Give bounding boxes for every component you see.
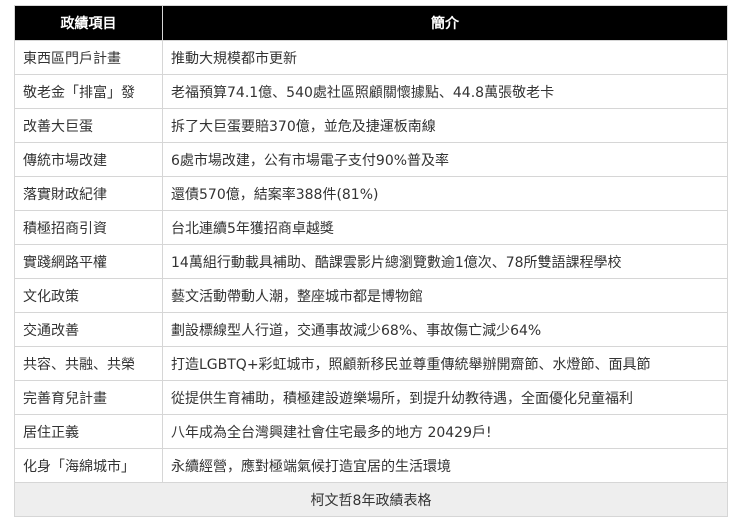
table-caption: 柯文哲8年政績表格 (14, 482, 728, 517)
description-cell: 推動大規模都市更新 (162, 40, 728, 75)
policy-item-cell: 化身「海綿城市」 (14, 448, 163, 483)
header-policy-item: 政績項目 (14, 5, 163, 41)
table-row: 交通改善 劃設標線型人行道，交通事故減少68%、事故傷亡減少64% (14, 312, 728, 347)
table-row: 化身「海綿城市」 永續經營，應對極端氣候打造宜居的生活環境 (14, 448, 728, 483)
table-row: 實踐網路平權 14萬組行動載具補助、酷課雲影片總瀏覽數逾1億次、78所雙語課程學校 (14, 244, 728, 279)
table-row: 敬老金「排富」發 老福預算74.1億、540處社區照顧關懷據點、44.8萬張敬老卡 (14, 74, 728, 109)
description-cell: 14萬組行動載具補助、酷課雲影片總瀏覽數逾1億次、78所雙語課程學校 (162, 244, 728, 279)
description-cell: 拆了大巨蛋要賠370億，並危及捷運板南線 (162, 108, 728, 143)
policy-item-cell: 積極招商引資 (14, 210, 163, 245)
policy-table: 政績項目 簡介 東西區門戶計畫 推動大規模都市更新 敬老金「排富」發 老福預算74.1… (14, 5, 728, 517)
table-row: 共容、共融、共榮 打造LGBTQ+彩虹城市，照顧新移民並尊重傳統舉辦開齋節、水燈節… (14, 346, 728, 381)
header-description: 簡介 (162, 5, 728, 41)
description-cell: 老福預算74.1億、540處社區照顧關懷據點、44.8萬張敬老卡 (162, 74, 728, 109)
policy-item-cell: 居住正義 (14, 414, 163, 449)
description-cell: 藝文活動帶動人潮，整座城市都是博物館 (162, 278, 728, 313)
table-row: 東西區門戶計畫 推動大規模都市更新 (14, 40, 728, 75)
table-header-row: 政績項目 簡介 (14, 5, 728, 41)
table-row: 完善育兒計畫 從提供生育補助，積極建設遊樂場所，到提升幼教待遇，全面優化兒童福利 (14, 380, 728, 415)
description-cell: 還債570億，結案率388件(81%) (162, 176, 728, 211)
policy-item-cell: 實踐網路平權 (14, 244, 163, 279)
description-cell: 八年成為全台灣興建社會住宅最多的地方 20429戶! (162, 414, 728, 449)
table-row: 落實財政紀律 還債570億，結案率388件(81%) (14, 176, 728, 211)
table-row: 積極招商引資 台北連續5年獲招商卓越獎 (14, 210, 728, 245)
description-cell: 劃設標線型人行道，交通事故減少68%、事故傷亡減少64% (162, 312, 728, 347)
caption-row: 柯文哲8年政績表格 (14, 482, 728, 517)
policy-item-cell: 改善大巨蛋 (14, 108, 163, 143)
description-cell: 6處市場改建，公有市場電子支付90%普及率 (162, 142, 728, 177)
description-cell: 從提供生育補助，積極建設遊樂場所，到提升幼教待遇，全面優化兒童福利 (162, 380, 728, 415)
table-row: 居住正義 八年成為全台灣興建社會住宅最多的地方 20429戶! (14, 414, 728, 449)
table-row: 文化政策 藝文活動帶動人潮，整座城市都是博物館 (14, 278, 728, 313)
policy-item-cell: 傳統市場改建 (14, 142, 163, 177)
policy-item-cell: 交通改善 (14, 312, 163, 347)
description-cell: 永續經營，應對極端氣候打造宜居的生活環境 (162, 448, 728, 483)
policy-item-cell: 東西區門戶計畫 (14, 40, 163, 75)
policy-item-cell: 完善育兒計畫 (14, 380, 163, 415)
policy-item-cell: 敬老金「排富」發 (14, 74, 163, 109)
description-cell: 台北連續5年獲招商卓越獎 (162, 210, 728, 245)
description-cell: 打造LGBTQ+彩虹城市，照顧新移民並尊重傳統舉辦開齋節、水燈節、面具節 (162, 346, 728, 381)
table-row: 改善大巨蛋 拆了大巨蛋要賠370億，並危及捷運板南線 (14, 108, 728, 143)
table-row: 傳統市場改建 6處市場改建，公有市場電子支付90%普及率 (14, 142, 728, 177)
policy-item-cell: 共容、共融、共榮 (14, 346, 163, 381)
policy-item-cell: 文化政策 (14, 278, 163, 313)
policy-item-cell: 落實財政紀律 (14, 176, 163, 211)
